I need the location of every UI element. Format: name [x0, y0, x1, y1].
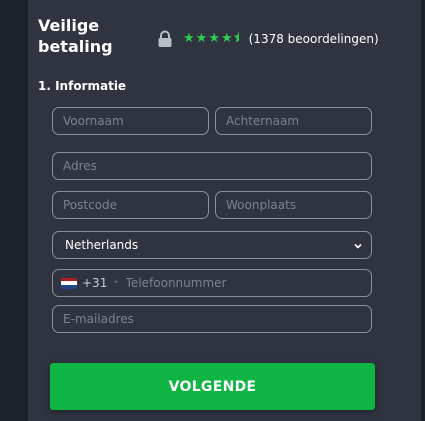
review-count[interactable]: (1378 beoordelingen) — [249, 32, 379, 46]
last-name-field[interactable] — [215, 107, 372, 135]
page-title: Veilige betaling — [38, 16, 113, 56]
star-icon: ★ — [220, 31, 234, 46]
star-icon: ★ — [208, 31, 221, 46]
rating-stars: ★ ★ ★ ★ — [183, 31, 244, 47]
phone-field[interactable]: +31 • — [52, 269, 372, 297]
phone-input[interactable] — [125, 276, 326, 290]
country-select[interactable]: Netherlands — [52, 231, 372, 259]
chevron-down-icon — [353, 240, 363, 250]
trust-rating: ★ ★ ★ ★ (1378 beoordelingen) — [157, 30, 379, 48]
lock-icon — [157, 30, 173, 48]
section-title: 1. Informatie — [38, 79, 127, 93]
postcode-field[interactable] — [52, 191, 209, 219]
dial-code[interactable]: +31 — [82, 276, 107, 290]
half-star-icon — [233, 31, 244, 47]
first-name-field[interactable] — [52, 107, 209, 135]
next-button[interactable]: VOLGENDE — [50, 363, 375, 410]
address-field[interactable] — [52, 152, 372, 180]
email-field[interactable] — [52, 305, 372, 333]
dial-separator: • — [113, 278, 119, 288]
city-field[interactable] — [215, 191, 372, 219]
star-icon: ★ — [195, 31, 209, 46]
star-icon: ★ — [183, 31, 196, 46]
country-select-value: Netherlands — [65, 238, 139, 252]
nl-flag-icon[interactable] — [61, 277, 77, 289]
